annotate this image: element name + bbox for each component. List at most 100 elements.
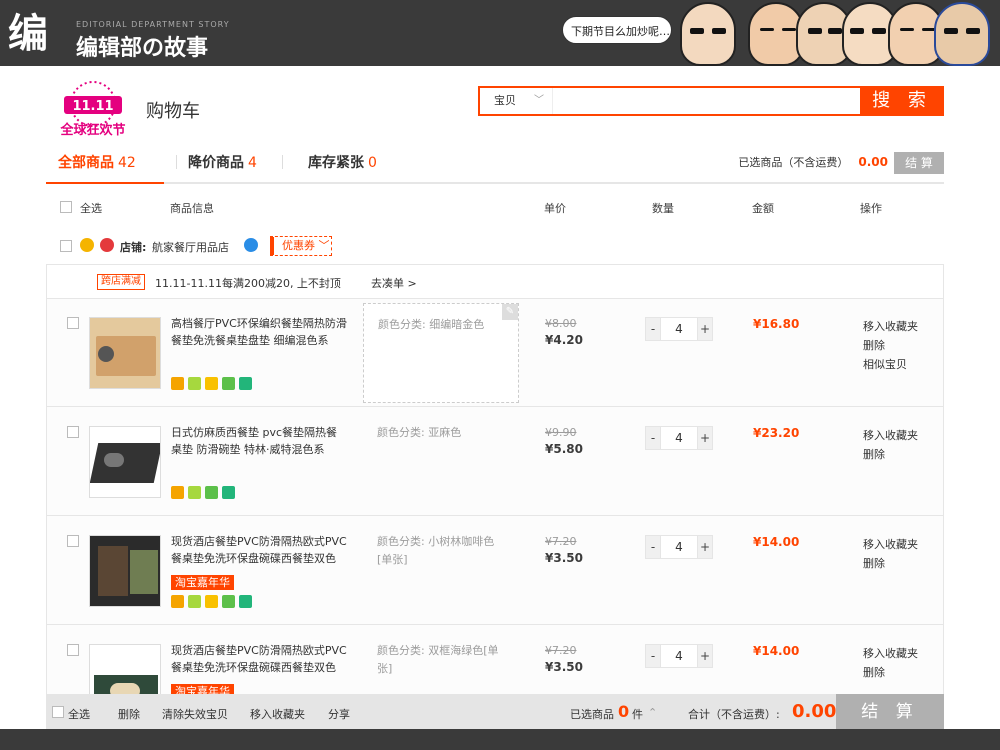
carnival-badge: 淘宝嘉年华 <box>171 575 234 590</box>
col-unit-price: 单价 <box>544 202 566 215</box>
move-to-favorites-link[interactable]: 移入收藏夹 <box>863 644 918 663</box>
selected-label: 已选商品（不含运费） <box>738 156 849 169</box>
col-select-all: 全选 <box>80 202 102 215</box>
qty-input[interactable]: 4 <box>661 644 697 668</box>
item-thumbnail[interactable] <box>89 535 161 607</box>
leaf-icon <box>222 377 235 390</box>
item-badges <box>171 595 256 609</box>
item-thumbnail[interactable] <box>89 644 161 695</box>
edit-icon[interactable]: ✎ <box>502 304 518 320</box>
promo-text: 11.11-11.11每满200减20, 上不封顶 <box>155 277 341 290</box>
tab-price-drop[interactable]: 降价商品 4 <box>188 152 257 172</box>
qty-plus-button[interactable]: + <box>697 426 713 450</box>
coupon-button[interactable]: 优惠券 ﹀ <box>270 236 332 256</box>
item-subtotal: ¥16.80 <box>753 317 800 331</box>
move-to-favorites-link[interactable]: 移入收藏夹 <box>863 317 918 336</box>
item-spec[interactable]: 颜色分类: 亚麻色 <box>363 412 519 512</box>
cart-item: 现货酒店餐垫PVC防滑隔热欧式PVC餐桌垫免洗环保盘碗碟西餐垫双色 淘宝嘉年华 … <box>47 626 943 695</box>
item-price: ¥3.50 <box>545 660 583 674</box>
item-subtotal: ¥14.00 <box>753 644 800 658</box>
search-category-select[interactable]: 宝贝 ﹀ <box>480 88 552 114</box>
checkout-button[interactable]: 结 算 <box>836 694 944 729</box>
item-badges <box>171 486 239 500</box>
selected-count-unit: 件 <box>632 708 643 721</box>
leaf-icon <box>205 486 218 499</box>
item-actions: 移入收藏夹 删除 <box>863 644 918 682</box>
speech-bubble: 下期节目么加炒呢… <box>562 16 672 44</box>
qty-plus-button[interactable]: + <box>697 317 713 341</box>
item-actions: 移入收藏夹 删除 <box>863 535 918 573</box>
item-checkbox[interactable] <box>67 317 79 329</box>
share-link[interactable]: 分享 <box>328 706 350 722</box>
chat-icon[interactable] <box>244 238 258 252</box>
item-original-price: ¥8.00 <box>545 317 577 330</box>
cart-page: 11.11 全球狂欢节 购物车 宝贝 ﹀ 搜 索 全部商品 42 降价商品 4 库存… <box>0 66 1000 729</box>
cart-item: 现货酒店餐垫PVC防滑隔热欧式PVC餐桌垫免洗环保盘碗碟西餐垫双色 淘宝嘉年华 … <box>47 517 943 625</box>
qty-plus-button[interactable]: + <box>697 644 713 668</box>
qty-minus-button[interactable]: - <box>645 644 661 668</box>
item-name[interactable]: 现货酒店餐垫PVC防滑隔热欧式PVC餐桌垫免洗环保盘碗碟西餐垫双色 <box>171 533 347 567</box>
item-spec[interactable]: 颜色分类: 双框海绿色[单张] <box>363 630 519 695</box>
card-icon <box>171 486 184 499</box>
search-category-label: 宝贝 <box>494 94 516 107</box>
move-to-favorites-link[interactable]: 移入收藏夹 <box>863 535 918 554</box>
seven-days-icon <box>239 595 252 608</box>
qty-input[interactable]: 4 <box>661 317 697 341</box>
qty-minus-button[interactable]: - <box>645 426 661 450</box>
shop-checkbox[interactable] <box>60 240 72 252</box>
tab-divider <box>176 155 177 169</box>
quantity-stepper: -4 + <box>645 426 715 450</box>
selected-summary: 已选商品（不含运费） 0.00 结 算 <box>738 152 944 174</box>
search-button[interactable]: 搜 索 <box>860 86 944 116</box>
total-label: 合计（不含运费）: <box>688 708 780 721</box>
flower-icon <box>188 486 201 499</box>
delete-link[interactable]: 删除 <box>863 445 918 464</box>
select-all-checkbox[interactable] <box>60 201 72 213</box>
item-spec[interactable]: 颜色分类: 小树林咖啡色[单张] <box>363 521 519 621</box>
checkout-top-button[interactable]: 结 算 <box>894 152 944 174</box>
bottom-select-all-label[interactable]: 全选 <box>68 706 90 722</box>
bottom-delete-link[interactable]: 删除 <box>118 706 140 722</box>
page-title: 购物车 <box>146 101 200 122</box>
item-name[interactable]: 高档餐厅PVC环保编织餐垫隔热防滑餐垫免洗餐桌垫盘垫 细编混色系 <box>171 315 347 349</box>
delete-link[interactable]: 删除 <box>863 663 918 682</box>
qty-input[interactable]: 4 <box>661 426 697 450</box>
item-thumbnail[interactable] <box>89 426 161 498</box>
quantity-stepper: -4 + <box>645 317 715 341</box>
shop-header: 店铺: 航家餐厅用品店 优惠券 ﹀ <box>46 232 944 262</box>
shop-label: 店铺: <box>120 241 147 254</box>
bottom-select-all-checkbox[interactable] <box>52 706 64 718</box>
banner-title: 编辑部の故事 <box>76 35 209 61</box>
bottom-move-to-favorites-link[interactable]: 移入收藏夹 <box>250 706 305 722</box>
search-input[interactable] <box>552 88 860 114</box>
qty-minus-button[interactable]: - <box>645 535 661 559</box>
chevron-up-icon[interactable]: ⌃ <box>648 706 657 719</box>
qty-input[interactable]: 4 <box>661 535 697 559</box>
qty-plus-button[interactable]: + <box>697 535 713 559</box>
item-checkbox[interactable] <box>67 535 79 547</box>
clear-invalid-link[interactable]: 清除失效宝贝 <box>162 706 228 722</box>
svg-text:11.11: 11.11 <box>72 99 113 114</box>
tab-all-items[interactable]: 全部商品 42 <box>58 152 136 172</box>
promo-link[interactable]: 去凑单 > <box>371 275 417 291</box>
delete-link[interactable]: 删除 <box>863 554 918 573</box>
shop-icon <box>100 238 114 252</box>
item-actions: 移入收藏夹 删除 相似宝贝 <box>863 317 918 374</box>
qty-minus-button[interactable]: - <box>645 317 661 341</box>
item-checkbox[interactable] <box>67 644 79 656</box>
item-name[interactable]: 现货酒店餐垫PVC防滑隔热欧式PVC餐桌垫免洗环保盘碗碟西餐垫双色 <box>171 642 347 676</box>
item-thumbnail[interactable] <box>89 317 161 389</box>
promo-row: 跨店满减 11.11-11.11每满200减20, 上不封顶 去凑单 > <box>47 265 943 299</box>
item-checkbox[interactable] <box>67 426 79 438</box>
cart-item-list: 跨店满减 11.11-11.11每满200减20, 上不封顶 去凑单 > 高档餐… <box>46 264 944 696</box>
bottom-action-bar: 全选 删除 清除失效宝贝 移入收藏夹 分享 已选商品 0 件 ⌃ 合计（不含运费… <box>46 694 944 729</box>
item-spec[interactable]: 颜色分类: 细编暗金色 ✎ <box>363 303 519 403</box>
move-to-favorites-link[interactable]: 移入收藏夹 <box>863 426 918 445</box>
shop-name[interactable]: 航家餐厅用品店 <box>152 239 229 255</box>
delete-link[interactable]: 删除 <box>863 336 918 355</box>
item-name[interactable]: 日式仿麻质西餐垫 pvc餐垫隔热餐桌垫 防滑碗垫 特林·威特混色系 <box>171 424 347 458</box>
tab-low-stock[interactable]: 库存紧张 0 <box>308 152 377 172</box>
col-info: 商品信息 <box>170 202 214 215</box>
double-eleven-logo-icon: 11.11 全球狂欢节 <box>59 81 126 138</box>
similar-items-link[interactable]: 相似宝贝 <box>863 355 918 374</box>
